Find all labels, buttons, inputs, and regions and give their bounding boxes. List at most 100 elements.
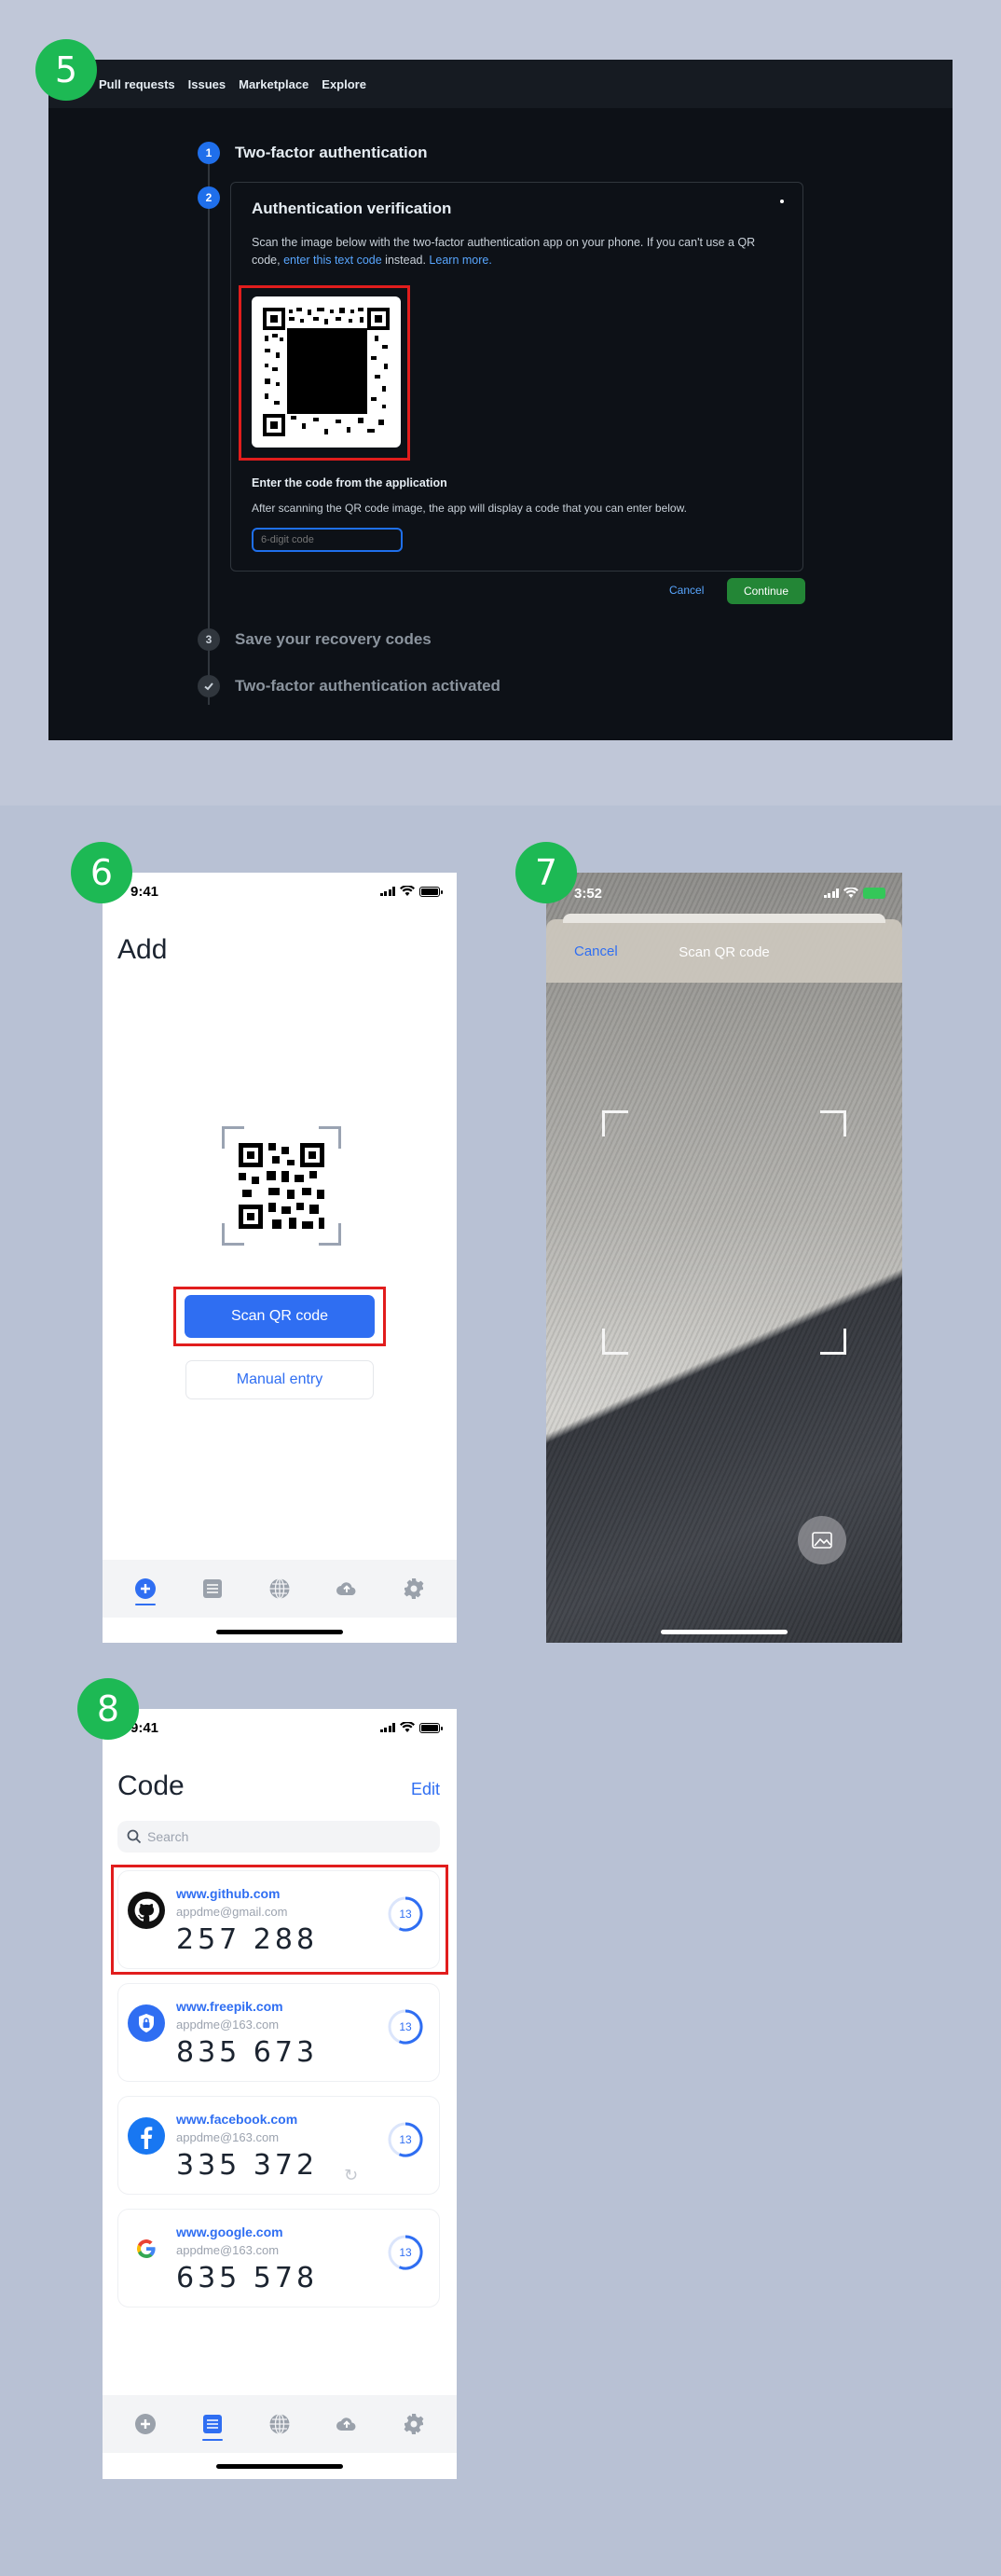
sheet-handle — [563, 914, 885, 923]
learn-more-link[interactable]: Learn more. — [429, 254, 491, 267]
tab-browser[interactable] — [265, 2405, 295, 2443]
cloud-upload-icon — [336, 1582, 356, 1595]
cancel-button[interactable]: Cancel — [669, 584, 704, 597]
check-icon — [198, 675, 220, 697]
tab-backup[interactable] — [332, 1570, 362, 1607]
account-email: appdme@gmail.com — [176, 1905, 288, 1919]
step-badge-8: 8 — [77, 1678, 139, 1740]
google-icon — [128, 2230, 165, 2267]
photo-library-button[interactable] — [798, 1516, 846, 1564]
list-icon — [203, 2415, 222, 2433]
status-time: 9:41 — [130, 884, 159, 900]
step-verification: 2 — [198, 186, 220, 209]
countdown-timer: 13 — [387, 2234, 424, 2271]
scan-frame — [602, 1110, 846, 1355]
tab-add[interactable] — [130, 1570, 160, 1607]
card-dot — [780, 200, 784, 203]
gear-icon — [404, 2414, 424, 2434]
nav-explore[interactable]: Explore — [322, 77, 366, 91]
scan-title: Scan QR code — [679, 944, 770, 960]
card-description: Scan the image below with the two-factor… — [252, 234, 783, 269]
desc-text: instead. — [381, 254, 430, 267]
github-2fa-panel: Pull requests Issues Marketplace Explore… — [48, 60, 953, 740]
step-label: Two-factor authentication — [235, 144, 428, 161]
enter-code-help: After scanning the QR code image, the ap… — [252, 502, 687, 515]
six-digit-code-input[interactable] — [252, 528, 403, 552]
github-nav: Pull requests Issues Marketplace Explore — [48, 60, 953, 108]
search-icon — [127, 1829, 142, 1844]
add-circle-icon — [135, 2414, 156, 2434]
account-site: www.google.com — [176, 2225, 283, 2239]
search-placeholder: Search — [147, 1829, 189, 1844]
tab-add[interactable] — [130, 2405, 160, 2443]
add-circle-icon — [135, 1578, 156, 1599]
gear-icon — [404, 1578, 424, 1599]
text-code-link[interactable]: enter this text code — [283, 254, 382, 267]
progress-line — [208, 164, 210, 705]
home-indicator — [661, 1630, 788, 1634]
countdown-timer: 13 — [387, 1895, 424, 1933]
tab-settings[interactable] — [399, 1570, 429, 1607]
otp-code[interactable]: 257 288 — [176, 1923, 318, 1956]
facebook-icon — [128, 2117, 165, 2155]
qr-placeholder-icon — [222, 1126, 341, 1246]
step-badge-5: 5 — [35, 39, 97, 101]
verification-card: Authentication verification Scan the ima… — [230, 182, 803, 572]
otp-code[interactable]: 835 673 — [176, 2036, 318, 2069]
tab-codes[interactable] — [198, 1570, 227, 1607]
account-card-github[interactable]: www.github.com appdme@gmail.com 257 288 … — [117, 1870, 440, 1969]
home-indicator — [216, 2464, 343, 2469]
active-tab-indicator — [202, 2439, 223, 2441]
account-card-freepik[interactable]: www.freepik.com appdme@163.com 835 673 1… — [117, 1983, 440, 2082]
signal-icon — [379, 1723, 395, 1732]
status-icons — [379, 1722, 443, 1733]
wifi-icon — [400, 886, 415, 896]
timer-value: 13 — [399, 1908, 412, 1921]
status-icons — [379, 886, 443, 897]
nav-issues[interactable]: Issues — [188, 77, 226, 91]
continue-button[interactable]: Continue — [727, 578, 805, 604]
nav-marketplace[interactable]: Marketplace — [239, 77, 309, 91]
refresh-icon[interactable]: ↻ — [344, 2166, 358, 2185]
scan-qr-button[interactable]: Scan QR code — [185, 1295, 375, 1338]
list-icon — [203, 1579, 222, 1598]
tab-bar — [103, 1560, 457, 1618]
tab-settings[interactable] — [399, 2405, 429, 2443]
account-site: www.facebook.com — [176, 2112, 298, 2127]
battery-icon — [419, 1722, 443, 1733]
home-indicator — [216, 1630, 343, 1634]
otp-code[interactable]: 335 372 — [176, 2149, 318, 2182]
countdown-timer: 13 — [387, 2121, 424, 2158]
nav-pull-requests[interactable]: Pull requests — [99, 77, 175, 91]
timer-value: 13 — [399, 2246, 412, 2259]
enter-code-title: Enter the code from the application — [252, 476, 447, 489]
add-screen: 9:41 Add Scan QR code Manual entry — [103, 873, 457, 1643]
page-title: Code — [117, 1770, 185, 1801]
account-card-google[interactable]: www.google.com appdme@163.com 635 578 13 — [117, 2209, 440, 2307]
step-two-factor: 1 Two-factor authentication — [198, 142, 428, 164]
tab-backup[interactable] — [332, 2405, 362, 2443]
code-screen: 9:41 Code Edit Search www.github.com app… — [103, 1709, 457, 2479]
page-title: Add — [117, 934, 168, 965]
status-time: 3:52 — [574, 886, 603, 902]
tab-codes[interactable] — [198, 2405, 227, 2443]
timer-value: 13 — [399, 2020, 412, 2033]
tab-bar — [103, 2395, 457, 2453]
freepik-lock-icon — [128, 2004, 165, 2042]
otp-code[interactable]: 635 578 — [176, 2262, 318, 2294]
image-icon — [812, 1532, 832, 1549]
globe-icon — [269, 1577, 290, 1600]
account-site: www.github.com — [176, 1886, 281, 1901]
search-bar[interactable]: Search — [117, 1821, 440, 1853]
account-card-facebook[interactable]: www.facebook.com appdme@163.com 335 372 … — [117, 2096, 440, 2195]
step-recovery-codes: 3 Save your recovery codes — [198, 628, 432, 651]
edit-button[interactable]: Edit — [411, 1780, 440, 1799]
wifi-icon — [843, 888, 858, 898]
tab-browser[interactable] — [265, 1570, 295, 1607]
step-label: Save your recovery codes — [235, 630, 432, 648]
step-label: Two-factor authentication activated — [235, 677, 500, 695]
camera-scan-screen: 3:52 Cancel Scan QR code — [546, 873, 902, 1643]
qr-code-pattern — [263, 308, 390, 436]
manual-entry-button[interactable]: Manual entry — [185, 1360, 374, 1399]
step-number: 3 — [198, 628, 220, 651]
